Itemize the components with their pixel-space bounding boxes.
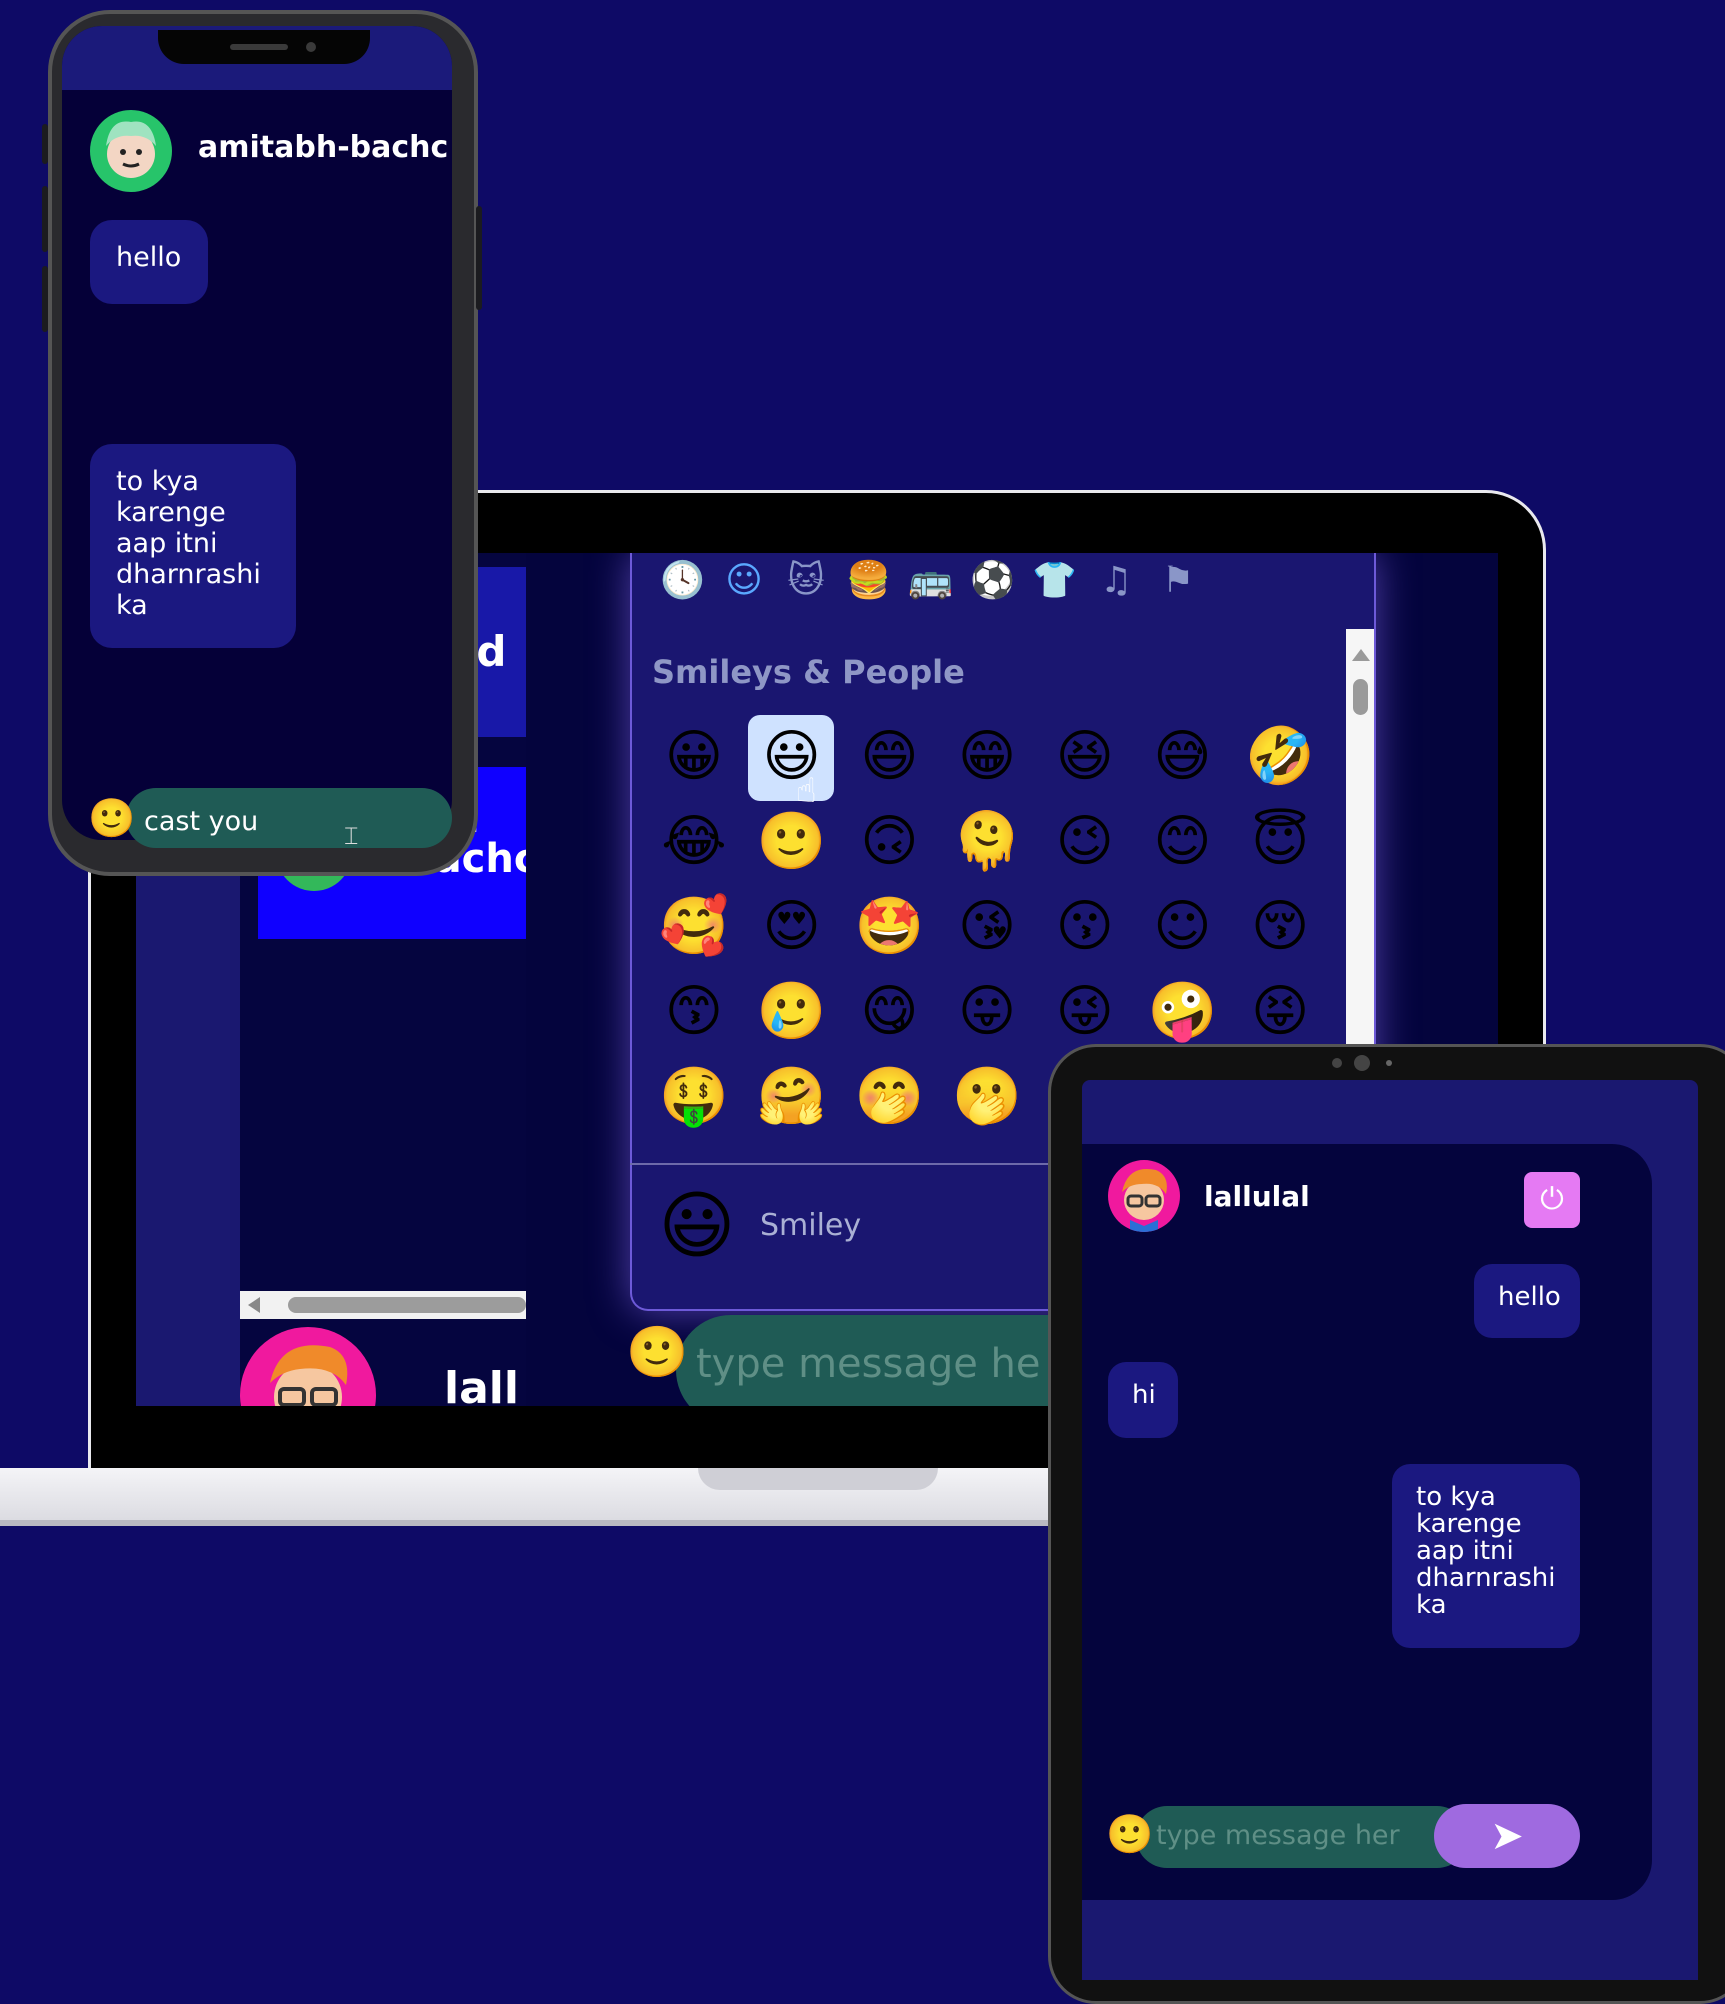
emoji-option[interactable]: 😀 bbox=[654, 717, 734, 797]
chat-username: amitabh-bachcha bbox=[198, 130, 450, 165]
tablet-sensor bbox=[1332, 1058, 1342, 1068]
emoji-option[interactable]: 😋 bbox=[849, 972, 929, 1052]
scroll-left-arrow-icon[interactable] bbox=[248, 1297, 260, 1313]
pointer-cursor-icon: ☝ bbox=[796, 771, 817, 811]
send-button[interactable]: ➤ bbox=[1434, 1804, 1580, 1868]
activities-category-icon[interactable]: ⚽ bbox=[970, 559, 1015, 603]
message-bubble: to kya karenge aap itni dharnrashi ka bbox=[90, 444, 296, 648]
emoji-option[interactable]: 😗 bbox=[1045, 887, 1125, 967]
message-bubble: hello bbox=[1474, 1264, 1580, 1338]
emoji-button-icon[interactable]: 🙂 bbox=[88, 796, 135, 841]
travel-category-icon[interactable]: 🚌 bbox=[908, 559, 953, 603]
emoji-option[interactable]: 😛 bbox=[947, 972, 1027, 1052]
flags-category-icon[interactable]: ⚑ bbox=[1156, 559, 1200, 603]
animals-category-icon[interactable]: 🐱 bbox=[784, 559, 828, 603]
emoji-preview: 😃 bbox=[658, 1183, 736, 1269]
emoji-option[interactable]: 😚 bbox=[1240, 887, 1320, 967]
emoji-option[interactable]: 😆 bbox=[1045, 717, 1125, 797]
power-button[interactable]: ⏻ bbox=[1524, 1172, 1580, 1228]
recent-category-icon[interactable]: 🕓 bbox=[660, 559, 705, 603]
phone-camera bbox=[306, 42, 316, 52]
chat-username: lallulal bbox=[1204, 1180, 1310, 1213]
phone-power-button bbox=[476, 206, 482, 310]
emoji-option[interactable]: 😜 bbox=[1045, 972, 1125, 1052]
emoji-option[interactable]: 😝 bbox=[1240, 972, 1320, 1052]
emoji-option[interactable]: 😂 bbox=[654, 802, 734, 882]
message-bubble: hello bbox=[90, 220, 208, 304]
phone-speaker bbox=[230, 44, 288, 50]
emoji-option[interactable]: 🙂 bbox=[752, 802, 832, 882]
tablet-camera bbox=[1354, 1055, 1370, 1071]
emoji-option[interactable]: 😙 bbox=[654, 972, 734, 1052]
emoji-option[interactable]: 🥰 bbox=[654, 887, 734, 967]
scrollbar-thumb[interactable] bbox=[1353, 679, 1368, 715]
emoji-option[interactable]: 🤣 bbox=[1240, 717, 1320, 797]
emoji-option[interactable]: 😃 bbox=[752, 717, 832, 797]
text-cursor-icon: ⌶ bbox=[344, 822, 359, 850]
emoji-option[interactable]: 😅 bbox=[1143, 717, 1223, 797]
emoji-option[interactable]: 😁 bbox=[947, 717, 1027, 797]
emoji-option[interactable]: 🥲 bbox=[752, 972, 832, 1052]
emoji-option[interactable]: 🤗 bbox=[752, 1057, 832, 1137]
symbols-category-icon[interactable]: ♫ bbox=[1094, 559, 1138, 603]
emoji-option[interactable]: 🤑 bbox=[654, 1057, 734, 1137]
emoji-option[interactable]: 😊 bbox=[1143, 802, 1223, 882]
avatar bbox=[90, 110, 172, 192]
scroll-up-arrow-icon[interactable] bbox=[1352, 649, 1370, 661]
contact-name: lall bbox=[444, 1363, 519, 1406]
emoji-option[interactable]: 😉 bbox=[1045, 802, 1125, 882]
laptop-base bbox=[0, 1468, 1140, 1526]
emoji-option[interactable]: 🫢 bbox=[947, 1057, 1027, 1137]
emoji-option[interactable]: 🤪 bbox=[1143, 972, 1223, 1052]
phone-volume-up bbox=[42, 186, 48, 252]
tablet-sensor bbox=[1386, 1060, 1392, 1066]
emoji-button-icon[interactable]: 🙂 bbox=[626, 1323, 688, 1382]
emoji-option[interactable]: 🤩 bbox=[849, 887, 929, 967]
food-category-icon[interactable]: 🍔 bbox=[846, 559, 891, 603]
message-input-placeholder: type message her bbox=[1156, 1820, 1400, 1851]
emoji-button-icon[interactable]: 🙂 bbox=[1106, 1812, 1153, 1857]
scrollbar-thumb[interactable] bbox=[288, 1297, 526, 1313]
objects-category-icon[interactable]: 👕 bbox=[1032, 559, 1077, 603]
phone-volume-down bbox=[42, 266, 48, 332]
emoji-section-title: Smileys & People bbox=[652, 653, 965, 691]
emoji-option[interactable]: 🤭 bbox=[849, 1057, 929, 1137]
smileys-category-icon[interactable]: ☺ bbox=[722, 559, 766, 603]
message-bubble: to kya karenge aap itni dharnrashi ka bbox=[1392, 1464, 1580, 1648]
message-input-placeholder: type message he bbox=[696, 1341, 1041, 1387]
emoji-option[interactable]: 😇 bbox=[1240, 802, 1320, 882]
message-input-value: cast you bbox=[144, 806, 259, 837]
emoji-preview-label: Smiley bbox=[760, 1208, 862, 1243]
emoji-option[interactable]: 🙃 bbox=[849, 802, 929, 882]
phone-side-button bbox=[42, 124, 48, 164]
emoji-option[interactable]: 😄 bbox=[849, 717, 929, 797]
emoji-option[interactable]: 😘 bbox=[947, 887, 1027, 967]
laptop-trackpad-notch bbox=[698, 1468, 938, 1490]
avatar bbox=[1108, 1160, 1180, 1232]
emoji-option[interactable]: 🫠 bbox=[947, 802, 1027, 882]
message-bubble: hi bbox=[1108, 1362, 1178, 1438]
emoji-option[interactable]: 😍 bbox=[752, 887, 832, 967]
emoji-option[interactable]: ☺ bbox=[1143, 887, 1223, 967]
